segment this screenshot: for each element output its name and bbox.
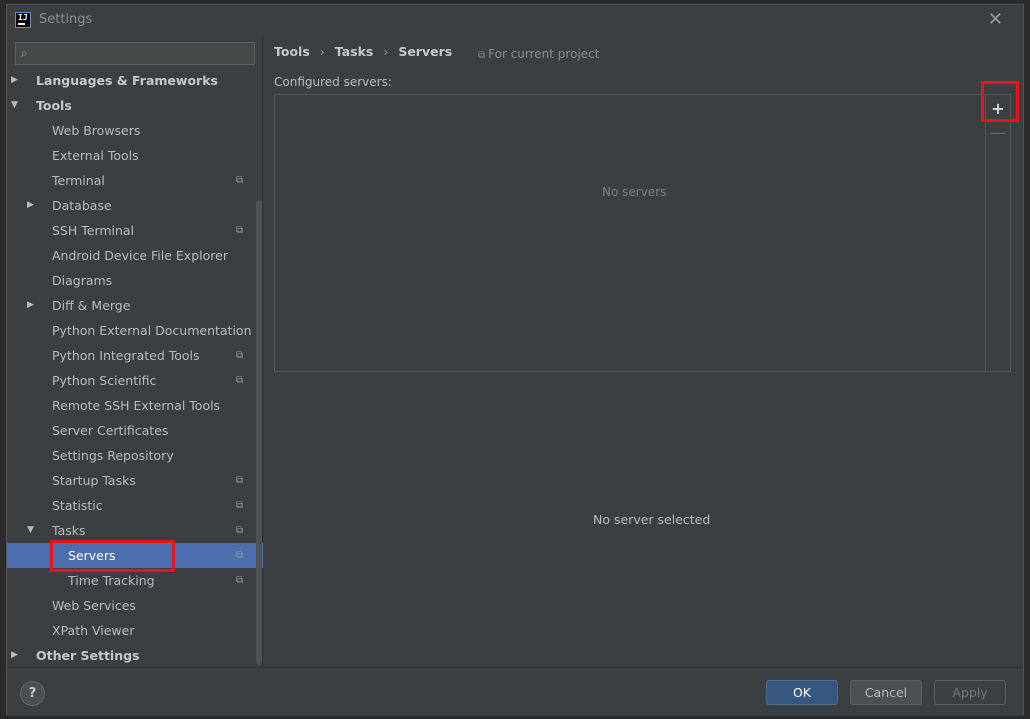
tree-item-label: Python Integrated Tools (52, 348, 200, 363)
tree-item-label: Server Certificates (52, 423, 169, 438)
project-scope-icon: ⧉ (236, 500, 244, 511)
tree-item-label: Web Browsers (52, 123, 141, 138)
tree-item-other-settings[interactable]: ▶ Other Settings (7, 643, 255, 668)
project-scope-icon: ⧉ (236, 375, 244, 386)
tree-item-python-integrated-tools[interactable]: Python Integrated Tools ⧉ (7, 343, 255, 368)
tree-item-tools[interactable]: ▼ Tools (7, 93, 255, 118)
servers-settings-page: Tools › Tasks › Servers ⧉ For current project… (264, 35, 1024, 667)
tree-item-ssh-terminal[interactable]: SSH Terminal ⧉ (7, 218, 255, 243)
tree-item-label: Other Settings (36, 648, 140, 663)
tree-item-label: SSH Terminal (52, 223, 135, 238)
tree-item-python-scientific[interactable]: Python Scientific ⧉ (7, 368, 255, 393)
tree-item-label: Terminal (52, 173, 105, 188)
apply-button[interactable]: Apply (934, 680, 1006, 705)
scope-note-label: For current project (488, 47, 600, 61)
tree-item-label: Android Device File Explorer (52, 248, 228, 263)
project-scope-icon: ⧉ (236, 225, 244, 236)
tree-item-label: Web Services (52, 598, 136, 613)
tree-item-terminal[interactable]: Terminal ⧉ (7, 168, 255, 193)
project-scope-icon: ⧉ (236, 475, 244, 486)
dialog-footer: ? OK Cancel Apply (7, 667, 1023, 716)
project-scope-icon: ⧉ (236, 550, 244, 561)
tree-item-label: Diagrams (52, 273, 113, 288)
breadcrumb-item[interactable]: Tasks (335, 44, 374, 59)
project-scope-icon: ⧉ (236, 525, 244, 536)
tree-item-web-browsers[interactable]: Web Browsers (7, 118, 255, 143)
tree-item-label: Languages & Frameworks (36, 73, 218, 88)
servers-empty-text: No servers (602, 185, 667, 199)
search-input[interactable]: ⌕ (15, 42, 255, 65)
tree-item-settings-repository[interactable]: Settings Repository (7, 443, 255, 468)
breadcrumb-separator-icon: › (383, 44, 389, 59)
tree-item-android-device-file-explorer[interactable]: Android Device File Explorer (7, 243, 255, 268)
tree-item-database[interactable]: ▶ Database (7, 193, 255, 218)
tree-item-diagrams[interactable]: Diagrams (7, 268, 255, 293)
settings-tree: ▶ Languages & Frameworks ▼ Tools Web Browser… (7, 68, 263, 668)
breadcrumb-item[interactable]: Tools (274, 44, 310, 59)
project-scope-icon: ⧉ (236, 175, 244, 186)
expanded-arrow-icon[interactable]: ▼ (27, 518, 34, 543)
search-icon: ⌕ (21, 46, 28, 60)
breadcrumb-separator-icon: › (319, 44, 325, 59)
sidebar-scrollbar[interactable] (256, 200, 262, 665)
project-scope-icon: ⧉ (478, 50, 486, 61)
tree-item-xpath-viewer[interactable]: XPath Viewer (7, 618, 255, 643)
collapsed-arrow-icon[interactable]: ▶ (11, 643, 18, 668)
remove-server-button[interactable]: — (988, 123, 1008, 143)
breadcrumb-item[interactable]: Servers (398, 44, 452, 59)
tree-item-server-certificates[interactable]: Server Certificates (7, 418, 255, 443)
servers-item-highlight (50, 540, 175, 572)
window-title: Settings (39, 12, 93, 27)
settings-dialog: IJ Settings ✕ ⌕ ▶ Languages & Frameworks ▼… (6, 4, 1024, 716)
scope-note: ⧉ For current project (478, 47, 599, 61)
add-button-highlight (981, 81, 1019, 122)
tree-item-languages-frameworks[interactable]: ▶ Languages & Frameworks (7, 68, 255, 93)
app-logo-icon: IJ (15, 12, 31, 28)
collapsed-arrow-icon[interactable]: ▶ (27, 193, 34, 218)
tree-item-statistic[interactable]: Statistic ⧉ (7, 493, 255, 518)
collapsed-arrow-icon[interactable]: ▶ (27, 293, 34, 318)
breadcrumb: Tools › Tasks › Servers (274, 44, 458, 59)
project-scope-icon: ⧉ (236, 350, 244, 361)
tree-item-label: Python Scientific (52, 373, 157, 388)
no-server-selected-text: No server selected (593, 512, 711, 527)
expanded-arrow-icon[interactable]: ▼ (11, 93, 18, 118)
servers-toolbar: + — (985, 95, 1010, 371)
tree-item-label: Remote SSH External Tools (52, 398, 221, 413)
tree-item-label: Statistic (52, 498, 103, 513)
servers-list[interactable]: No servers + — (274, 94, 1011, 372)
cancel-button[interactable]: Cancel (850, 680, 922, 705)
configured-servers-label: Configured servers: (274, 75, 392, 89)
tree-item-web-services[interactable]: Web Services (7, 593, 255, 618)
tree-item-startup-tasks[interactable]: Startup Tasks ⧉ (7, 468, 255, 493)
tree-item-label: External Tools (52, 148, 139, 163)
help-button[interactable]: ? (20, 681, 45, 706)
ok-button[interactable]: OK (766, 680, 838, 705)
tree-item-python-external-documentation[interactable]: Python External Documentation (7, 318, 255, 343)
tree-item-label: Tools (36, 98, 72, 113)
tree-item-label: Settings Repository (52, 448, 174, 463)
tree-item-external-tools[interactable]: External Tools (7, 143, 255, 168)
tree-item-diff-merge[interactable]: ▶ Diff & Merge (7, 293, 255, 318)
close-icon[interactable]: ✕ (988, 9, 1003, 30)
tree-item-label: Startup Tasks (52, 473, 136, 488)
background-right (1024, 0, 1030, 719)
tree-item-label: XPath Viewer (52, 623, 135, 638)
settings-sidebar: ⌕ ▶ Languages & Frameworks ▼ Tools Web Brows… (7, 35, 263, 667)
tree-item-label: Database (52, 198, 112, 213)
tree-item-label: Python External Documentation (52, 323, 252, 338)
project-scope-icon: ⧉ (236, 575, 244, 586)
tree-item-label: Diff & Merge (52, 298, 131, 313)
title-bar: IJ Settings ✕ (7, 5, 1023, 35)
collapsed-arrow-icon[interactable]: ▶ (11, 68, 18, 93)
tree-item-remote-ssh-external-tools[interactable]: Remote SSH External Tools (7, 393, 255, 418)
